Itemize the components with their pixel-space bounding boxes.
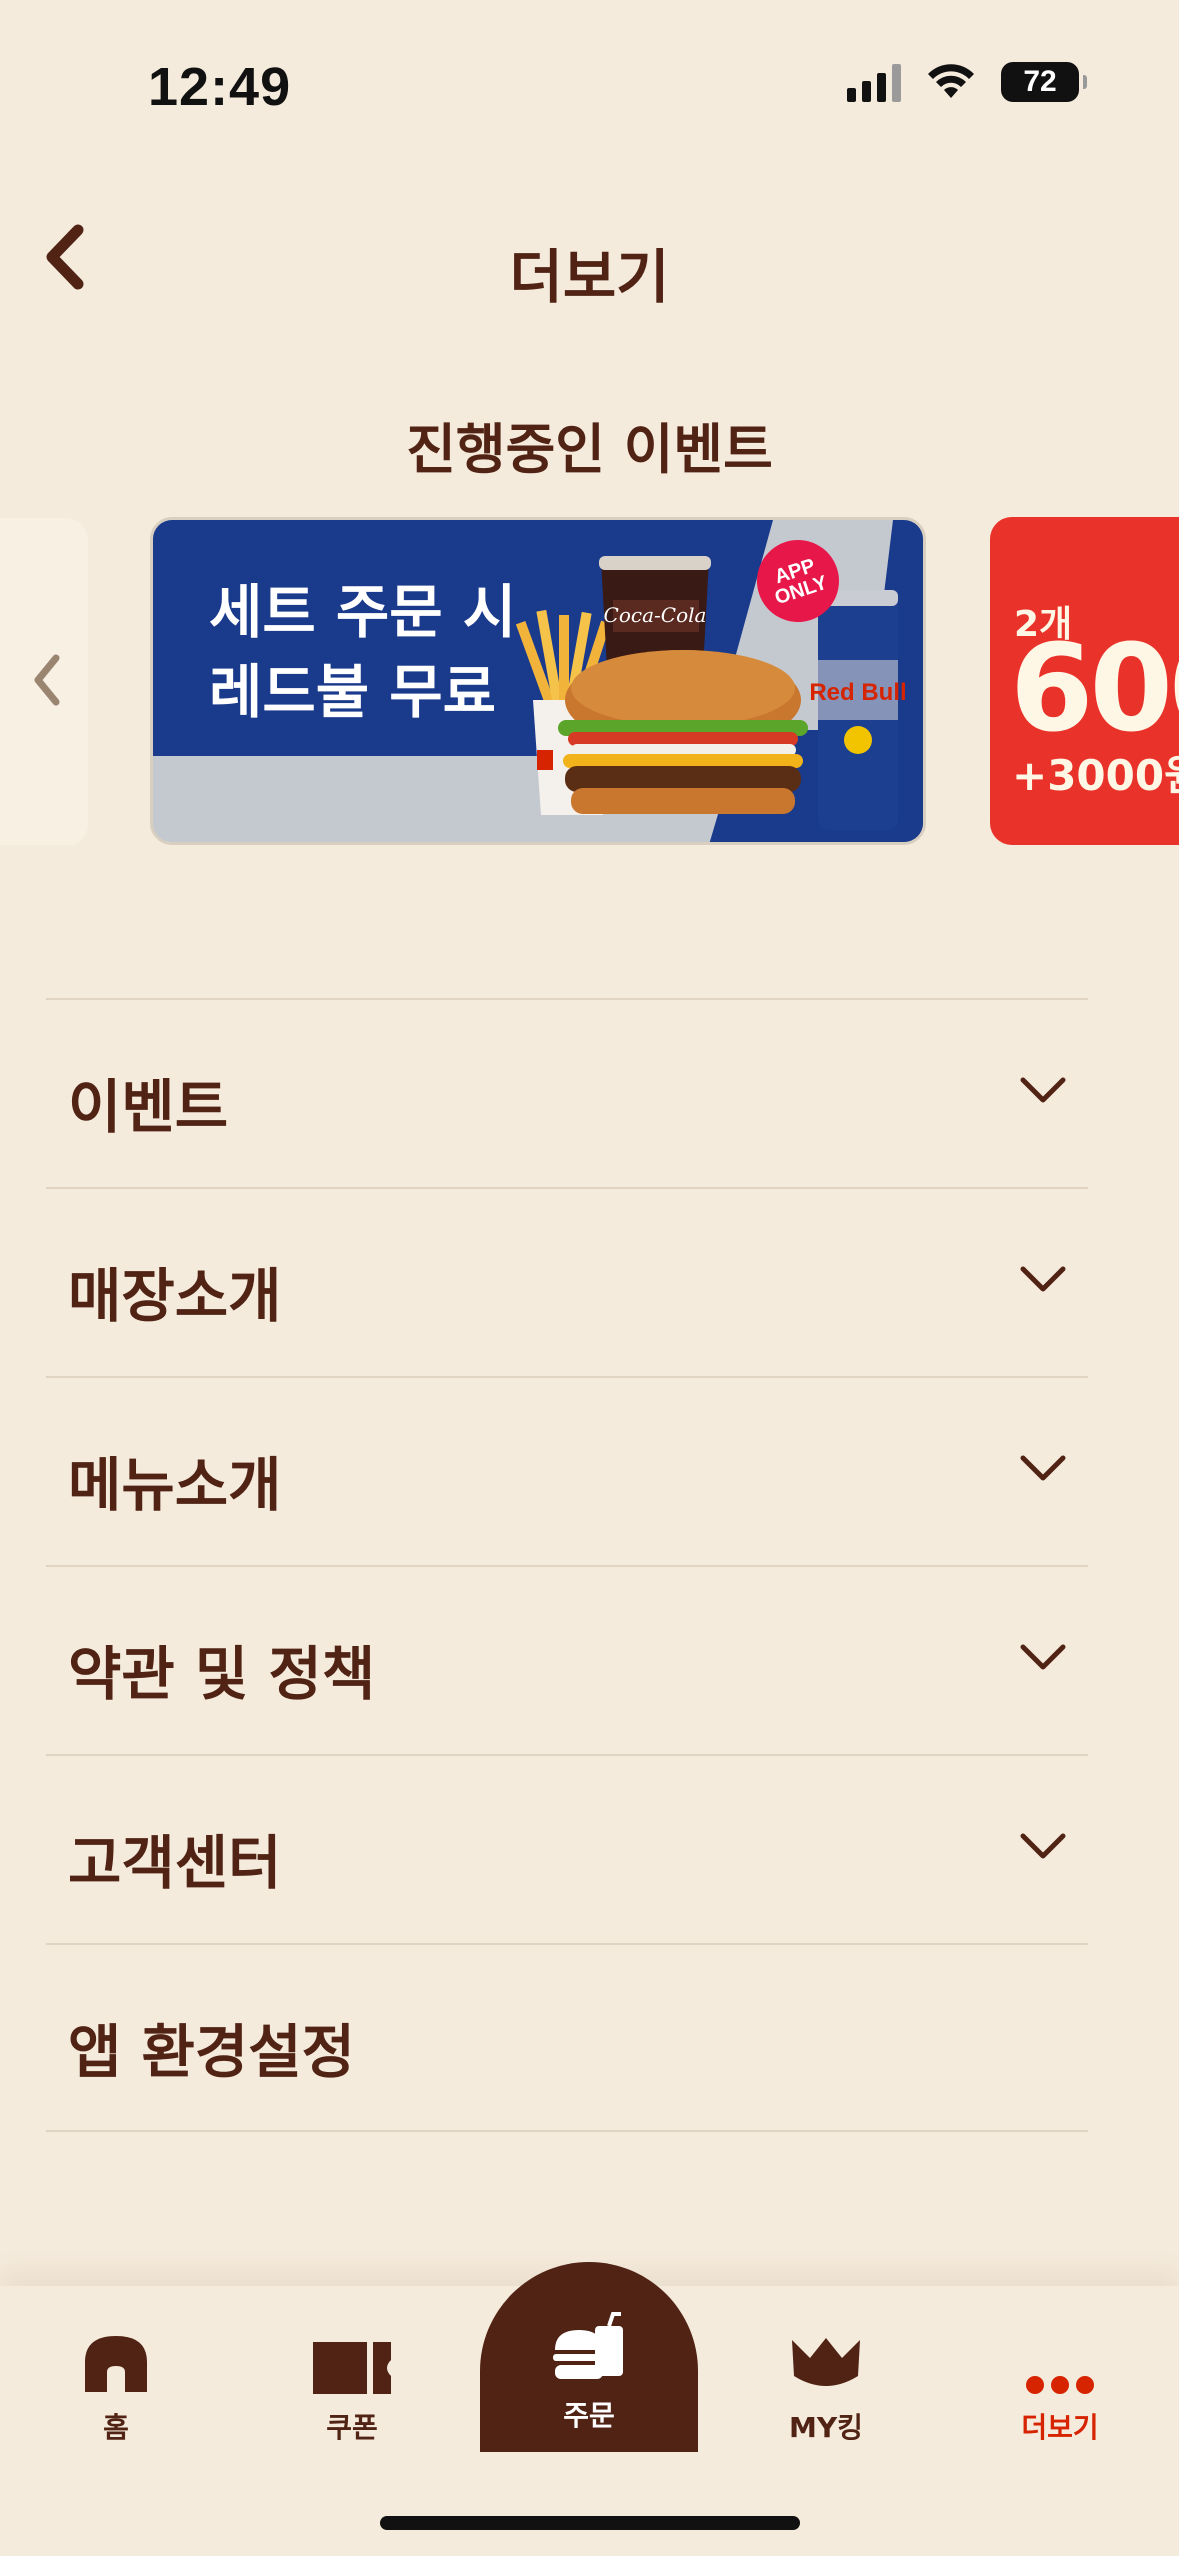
nav-coupon[interactable]: 쿠폰 [252,2286,452,2456]
nav-home[interactable]: 홈 [16,2286,216,2456]
event-banner-redbull[interactable]: Coca-Cola Red Bull 세트 주문 시 레드불 무료 APP ON… [150,517,926,845]
wifi-icon [928,64,974,98]
nav-more-label: 더보기 [1021,2411,1099,2444]
status-time: 12:49 [148,57,292,117]
svg-text:Coca-Cola: Coca-Cola [604,603,707,627]
menu-item-label: 약관 및 정책 [68,1640,376,1708]
crown-icon [792,2338,860,2386]
banner-line-2: 레드불 무료 [209,658,496,726]
more-dots-icon [1026,2376,1094,2394]
menu-item-label: 매장소개 [68,1262,282,1330]
menu-item-label: 이벤트 [68,1073,229,1141]
menu-item-menu-intro[interactable]: 메뉴소개 [46,1376,1088,1565]
banner-headline: 세트 주문 시 레드불 무료 [209,572,516,732]
nav-more[interactable]: 더보기 [960,2286,1160,2456]
home-icon [85,2336,147,2392]
event-banner-next[interactable]: 2개 600 +3000원 [990,517,1179,845]
events-section-title: 진행중인 이벤트 [406,418,773,481]
battery-level: 72 [1023,65,1057,98]
nav-order[interactable]: 주문 [480,2262,698,2452]
status-icons: 72 [847,62,1087,102]
event-carousel[interactable]: Coca-Cola Red Bull 세트 주문 시 레드불 무료 APP ON… [0,515,1179,845]
menu-item-label: 메뉴소개 [68,1451,282,1519]
banner-line-1: 세트 주문 시 [209,578,517,646]
menu-item-stores[interactable]: 매장소개 [46,1187,1088,1376]
chevron-down-icon [1020,1644,1066,1670]
next-banner-price: +3000원 [1012,751,1179,800]
chevron-down-icon [1020,1077,1066,1103]
menu-item-label: 앱 환경설정 [68,2018,355,2086]
page-title: 더보기 [509,243,670,311]
chevron-down-icon [1020,1455,1066,1481]
nav-order-label: 주문 [563,2399,615,2432]
menu-item-events[interactable]: 이벤트 [46,998,1088,1187]
menu-item-label: 고객센터 [68,1829,282,1897]
svg-text:Red Bull: Red Bull [809,679,906,706]
nav-my-king-label: MY킹 [789,2411,863,2444]
coupon-icon [313,2342,391,2394]
cellular-signal-icon [847,62,901,102]
burger-illustration [558,650,808,814]
menu-item-customer-center[interactable]: 고객센터 [46,1754,1088,1943]
menu-item-terms[interactable]: 약관 및 정책 [46,1565,1088,1754]
nav-my-king[interactable]: MY킹 [726,2286,926,2456]
home-indicator[interactable] [380,2516,800,2530]
status-bar: 12:49 72 [0,0,1179,160]
nav-coupon-label: 쿠폰 [326,2411,378,2444]
more-menu-list: 이벤트 매장소개 메뉴소개 약관 및 정책 고객센터 앱 환경설정 [46,998,1088,2132]
chevron-down-icon [1020,1833,1066,1859]
carousel-prev-icon[interactable] [28,650,68,710]
next-banner-big: 600 [1010,620,1179,759]
menu-item-app-settings[interactable]: 앱 환경설정 [46,1943,1088,2132]
nav-home-label: 홈 [103,2411,129,2444]
chevron-down-icon [1020,1266,1066,1292]
redbull-can-illustration: Red Bull [809,590,907,830]
burger-drink-icon [553,2312,623,2379]
battery-icon: 72 [1001,62,1087,102]
